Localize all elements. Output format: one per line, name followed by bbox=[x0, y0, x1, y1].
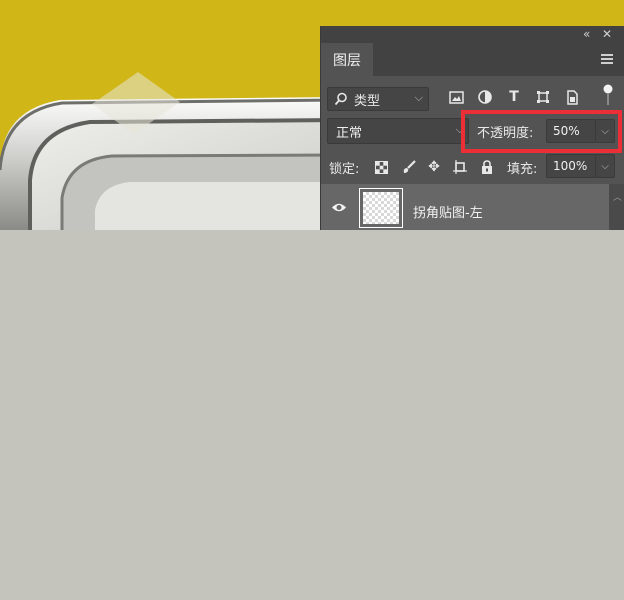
chevron-down-icon: ⌵ bbox=[414, 91, 423, 104]
eye-icon[interactable] bbox=[331, 202, 347, 213]
image-filter-icon[interactable] bbox=[447, 88, 465, 106]
filter-toggle-icon[interactable] bbox=[599, 84, 617, 105]
kind-filter-label: 类型 bbox=[354, 93, 381, 109]
chevron-down-icon: ⌵ bbox=[601, 160, 609, 172]
fill-label: 填充: bbox=[507, 162, 538, 177]
blend-mode-select[interactable]: 正常 ⌵ bbox=[327, 118, 469, 144]
search-icon bbox=[334, 92, 347, 106]
fill-value: 100% bbox=[553, 159, 588, 173]
lock-all-icon[interactable] bbox=[479, 159, 495, 175]
layer-row[interactable]: 拐角贴图-左 bbox=[321, 184, 609, 230]
lower-background bbox=[0, 230, 624, 600]
layer-thumbnail[interactable] bbox=[359, 188, 403, 228]
transparency-checkerboard bbox=[363, 192, 399, 224]
lock-artboard-icon[interactable] bbox=[452, 159, 468, 175]
layers-scrollbar[interactable]: ︿ bbox=[609, 184, 624, 230]
hamburger-menu-icon[interactable] bbox=[601, 54, 613, 64]
adjustment-filter-icon[interactable] bbox=[476, 88, 494, 106]
lock-label: 锁定: bbox=[329, 162, 360, 177]
tab-layers[interactable]: 图层 bbox=[321, 43, 373, 76]
layer-kind-filter[interactable]: 类型 ⌵ bbox=[327, 87, 429, 111]
tab-layers-label: 图层 bbox=[333, 52, 361, 69]
fill-input[interactable]: 100% bbox=[546, 154, 596, 178]
layers-panel: « ✕ 图层 类型 ⌵ T 正常 ⌵ 不透明度: 50% ⌵ 锁定: ✥ 填充:… bbox=[320, 26, 624, 230]
lock-position-icon[interactable]: ✥ bbox=[426, 159, 442, 175]
type-filter-icon[interactable]: T bbox=[505, 88, 523, 106]
double-chevron-icon[interactable]: « bbox=[583, 27, 590, 42]
close-icon[interactable]: ✕ bbox=[602, 27, 612, 42]
shape-filter-icon[interactable] bbox=[534, 88, 552, 106]
smart-object-filter-icon[interactable] bbox=[563, 88, 581, 106]
panel-tab-row: 图层 bbox=[321, 43, 624, 76]
panel-titlebar[interactable]: « ✕ bbox=[321, 26, 624, 43]
scroll-up-icon[interactable]: ︿ bbox=[613, 190, 622, 203]
layer-name: 拐角贴图-左 bbox=[413, 206, 483, 221]
blend-mode-value: 正常 bbox=[336, 125, 363, 141]
lock-image-pixels-icon[interactable] bbox=[401, 159, 417, 175]
opacity-highlight-box bbox=[461, 110, 622, 153]
lock-transparent-pixels-icon[interactable] bbox=[373, 159, 389, 175]
fill-dropdown-button[interactable]: ⌵ bbox=[595, 154, 615, 178]
